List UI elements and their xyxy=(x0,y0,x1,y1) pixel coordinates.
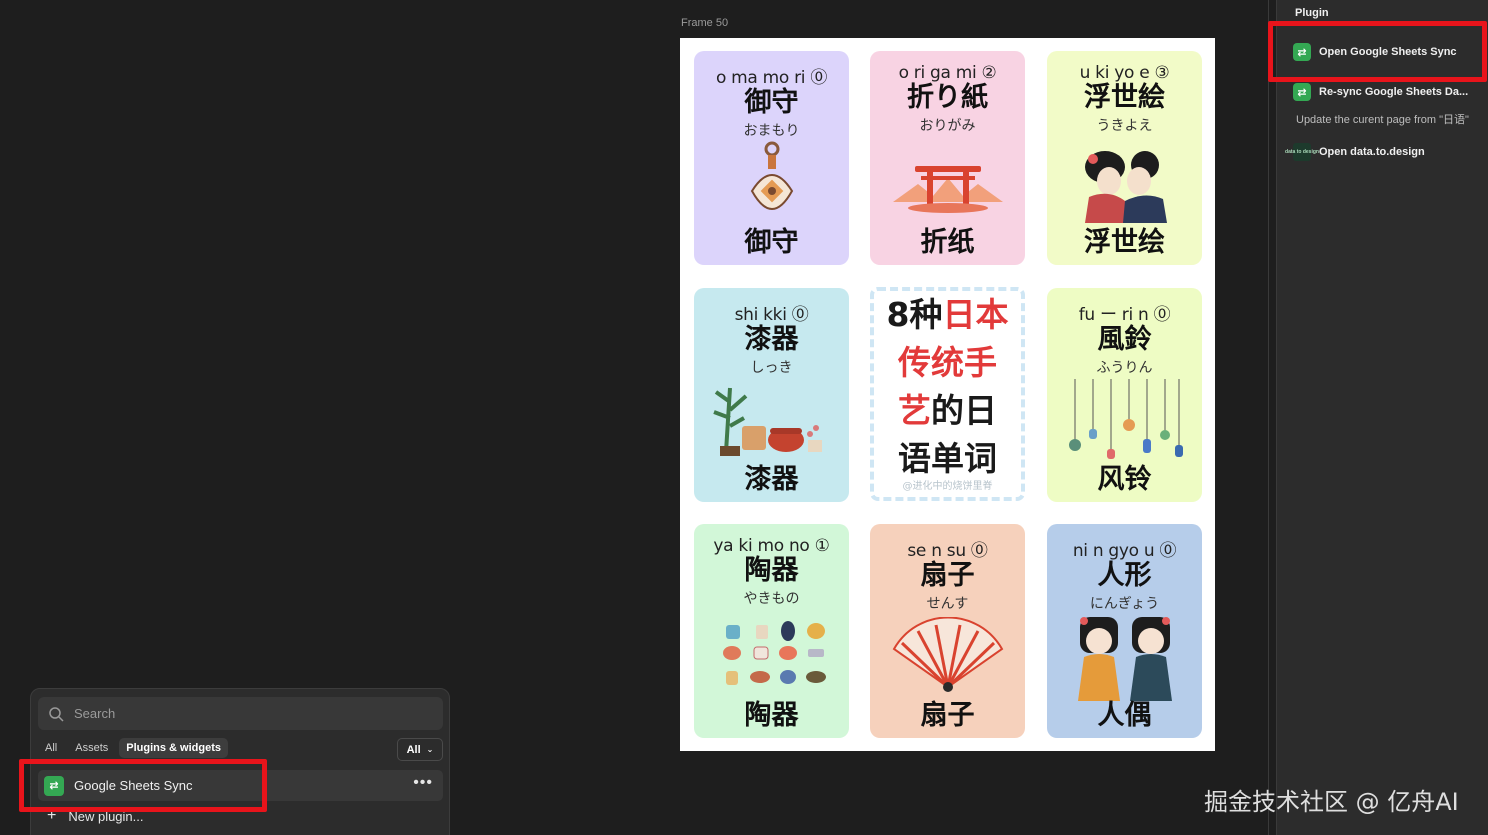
tab-plugins-widgets[interactable]: Plugins & widgets xyxy=(119,738,228,758)
highlight-box-left xyxy=(19,759,267,812)
card-shikki[interactable]: shi kki ⓪ 漆器 しっき 漆器 xyxy=(694,288,849,502)
title-text: 的日 xyxy=(931,391,997,430)
watermark: 掘金技术社区 @ 亿舟AI xyxy=(1204,788,1459,816)
card-romaji: ya ki mo no ① xyxy=(713,536,830,556)
folding-fan-icon xyxy=(870,612,1025,702)
design-frame[interactable]: o ma mo ri ⓪ 御守 おまもり 御守 o ri ga mi ② 折り紙… xyxy=(680,38,1215,751)
card-ningyou[interactable]: ni n gyo u ⓪ 人形 にんぎょう 人偶 xyxy=(1047,524,1202,738)
card-romaji: u ki yo e ③ xyxy=(1079,63,1170,83)
card-kanji: 漆器 xyxy=(744,324,799,355)
card-chinese: 浮世绘 xyxy=(1084,227,1165,258)
resync-google-sheets-command[interactable]: ⇄ Re-sync Google Sheets Da... xyxy=(1293,83,1468,101)
title-text-red: 日本 xyxy=(942,295,1009,334)
tab-all[interactable]: All xyxy=(38,738,64,758)
highlight-box-right xyxy=(1268,21,1487,82)
card-kanji: 人形 xyxy=(1097,560,1152,591)
card-kana: おりがみ xyxy=(919,118,976,134)
card-chinese: 折纸 xyxy=(920,227,975,258)
filter-label: All xyxy=(406,743,421,756)
pottery-icon xyxy=(694,612,849,702)
torii-gate-icon xyxy=(870,139,1025,229)
resync-description: Update the curent page from "日语" xyxy=(1296,114,1469,126)
tab-assets[interactable]: Assets xyxy=(68,738,115,758)
title-text: 8种 xyxy=(886,295,943,334)
title-card[interactable]: 8种日本 传统手 艺的日 语单词 @进化中的烧饼里脊 xyxy=(870,287,1025,501)
google-sheets-sync-icon: ⇄ xyxy=(1293,83,1311,101)
filter-dropdown[interactable]: All ⌄ xyxy=(397,738,443,761)
card-chinese: 人偶 xyxy=(1097,700,1152,731)
card-omamori[interactable]: o ma mo ri ⓪ 御守 おまもり 御守 xyxy=(694,51,849,265)
more-options-icon[interactable]: ••• xyxy=(413,774,433,792)
card-romaji: se n su ⓪ xyxy=(907,541,988,561)
chevron-down-icon: ⌄ xyxy=(426,745,434,754)
card-kanji: 折り紙 xyxy=(907,82,988,113)
card-yakimono[interactable]: ya ki mo no ① 陶器 やきもの 陶器 xyxy=(694,524,849,738)
data-to-design-icon: data to design xyxy=(1285,143,1319,161)
dolls-icon xyxy=(1047,612,1202,702)
card-kanji: 扇子 xyxy=(920,560,975,591)
card-kana: うきよえ xyxy=(1096,118,1153,134)
card-romaji: o ma mo ri ⓪ xyxy=(715,68,828,88)
panel-divider xyxy=(1268,0,1269,835)
card-romaji: ni n gyo u ⓪ xyxy=(1072,541,1177,561)
card-furin[interactable]: fu ー ri n ⓪ 風鈴 ふうりん 风铃 xyxy=(1047,288,1202,502)
card-chinese: 风铃 xyxy=(1097,464,1152,495)
title-text-red: 艺 xyxy=(898,391,931,430)
card-kanji: 浮世絵 xyxy=(1084,82,1165,113)
card-kana: やきもの xyxy=(743,591,800,607)
wind-chimes-icon xyxy=(1047,376,1202,466)
title-line-3: 艺的日 xyxy=(874,387,1021,435)
command-label: Re-sync Google Sheets Da... xyxy=(1319,86,1469,98)
card-ukiyoe[interactable]: u ki yo e ③ 浮世絵 うきよえ 浮世绘 xyxy=(1047,51,1202,265)
card-kanji: 風鈴 xyxy=(1097,324,1152,355)
title-line-1: 8种日本 xyxy=(874,291,1021,339)
title-line-2: 传统手 xyxy=(898,343,997,382)
card-chinese: 陶器 xyxy=(744,700,799,731)
card-kana: おまもり xyxy=(743,123,800,139)
lacquerware-icon xyxy=(694,376,849,466)
search-input[interactable] xyxy=(74,706,404,721)
title-credit: @进化中的烧饼里脊 xyxy=(902,481,993,492)
search-box[interactable] xyxy=(38,697,443,730)
open-data-to-design-command[interactable]: data to design Open data.to.design xyxy=(1285,143,1425,161)
ukiyoe-couple-icon xyxy=(1047,139,1202,229)
card-chinese: 御守 xyxy=(744,227,799,258)
card-kana: せんす xyxy=(926,596,969,612)
frame-label[interactable]: Frame 50 xyxy=(681,17,728,29)
omamori-charm-icon xyxy=(694,139,849,229)
plugin-panel: Plugin ⇄ Open Google Sheets Sync ⇄ Re-sy… xyxy=(1276,0,1488,835)
title-line-4: 语单词 xyxy=(898,439,997,478)
card-romaji: o ri ga mi ② xyxy=(898,63,997,83)
card-romaji: shi kki ⓪ xyxy=(734,305,809,325)
card-kana: しっき xyxy=(750,360,793,376)
card-kanji: 御守 xyxy=(744,87,799,118)
card-kana: にんぎょう xyxy=(1089,596,1160,612)
card-chinese: 扇子 xyxy=(920,700,975,731)
command-label: Open data.to.design xyxy=(1319,146,1425,158)
card-sensu[interactable]: se n su ⓪ 扇子 せんす 扇子 xyxy=(870,524,1025,738)
card-kanji: 陶器 xyxy=(744,555,799,586)
card-origami[interactable]: o ri ga mi ② 折り紙 おりがみ 折纸 xyxy=(870,51,1025,265)
resource-tabs: All Assets Plugins & widgets xyxy=(38,738,228,758)
card-romaji: fu ー ri n ⓪ xyxy=(1078,305,1171,325)
card-chinese: 漆器 xyxy=(744,464,799,495)
card-kana: ふうりん xyxy=(1096,360,1153,376)
search-icon xyxy=(49,706,64,722)
plugin-panel-title: Plugin xyxy=(1295,7,1329,19)
